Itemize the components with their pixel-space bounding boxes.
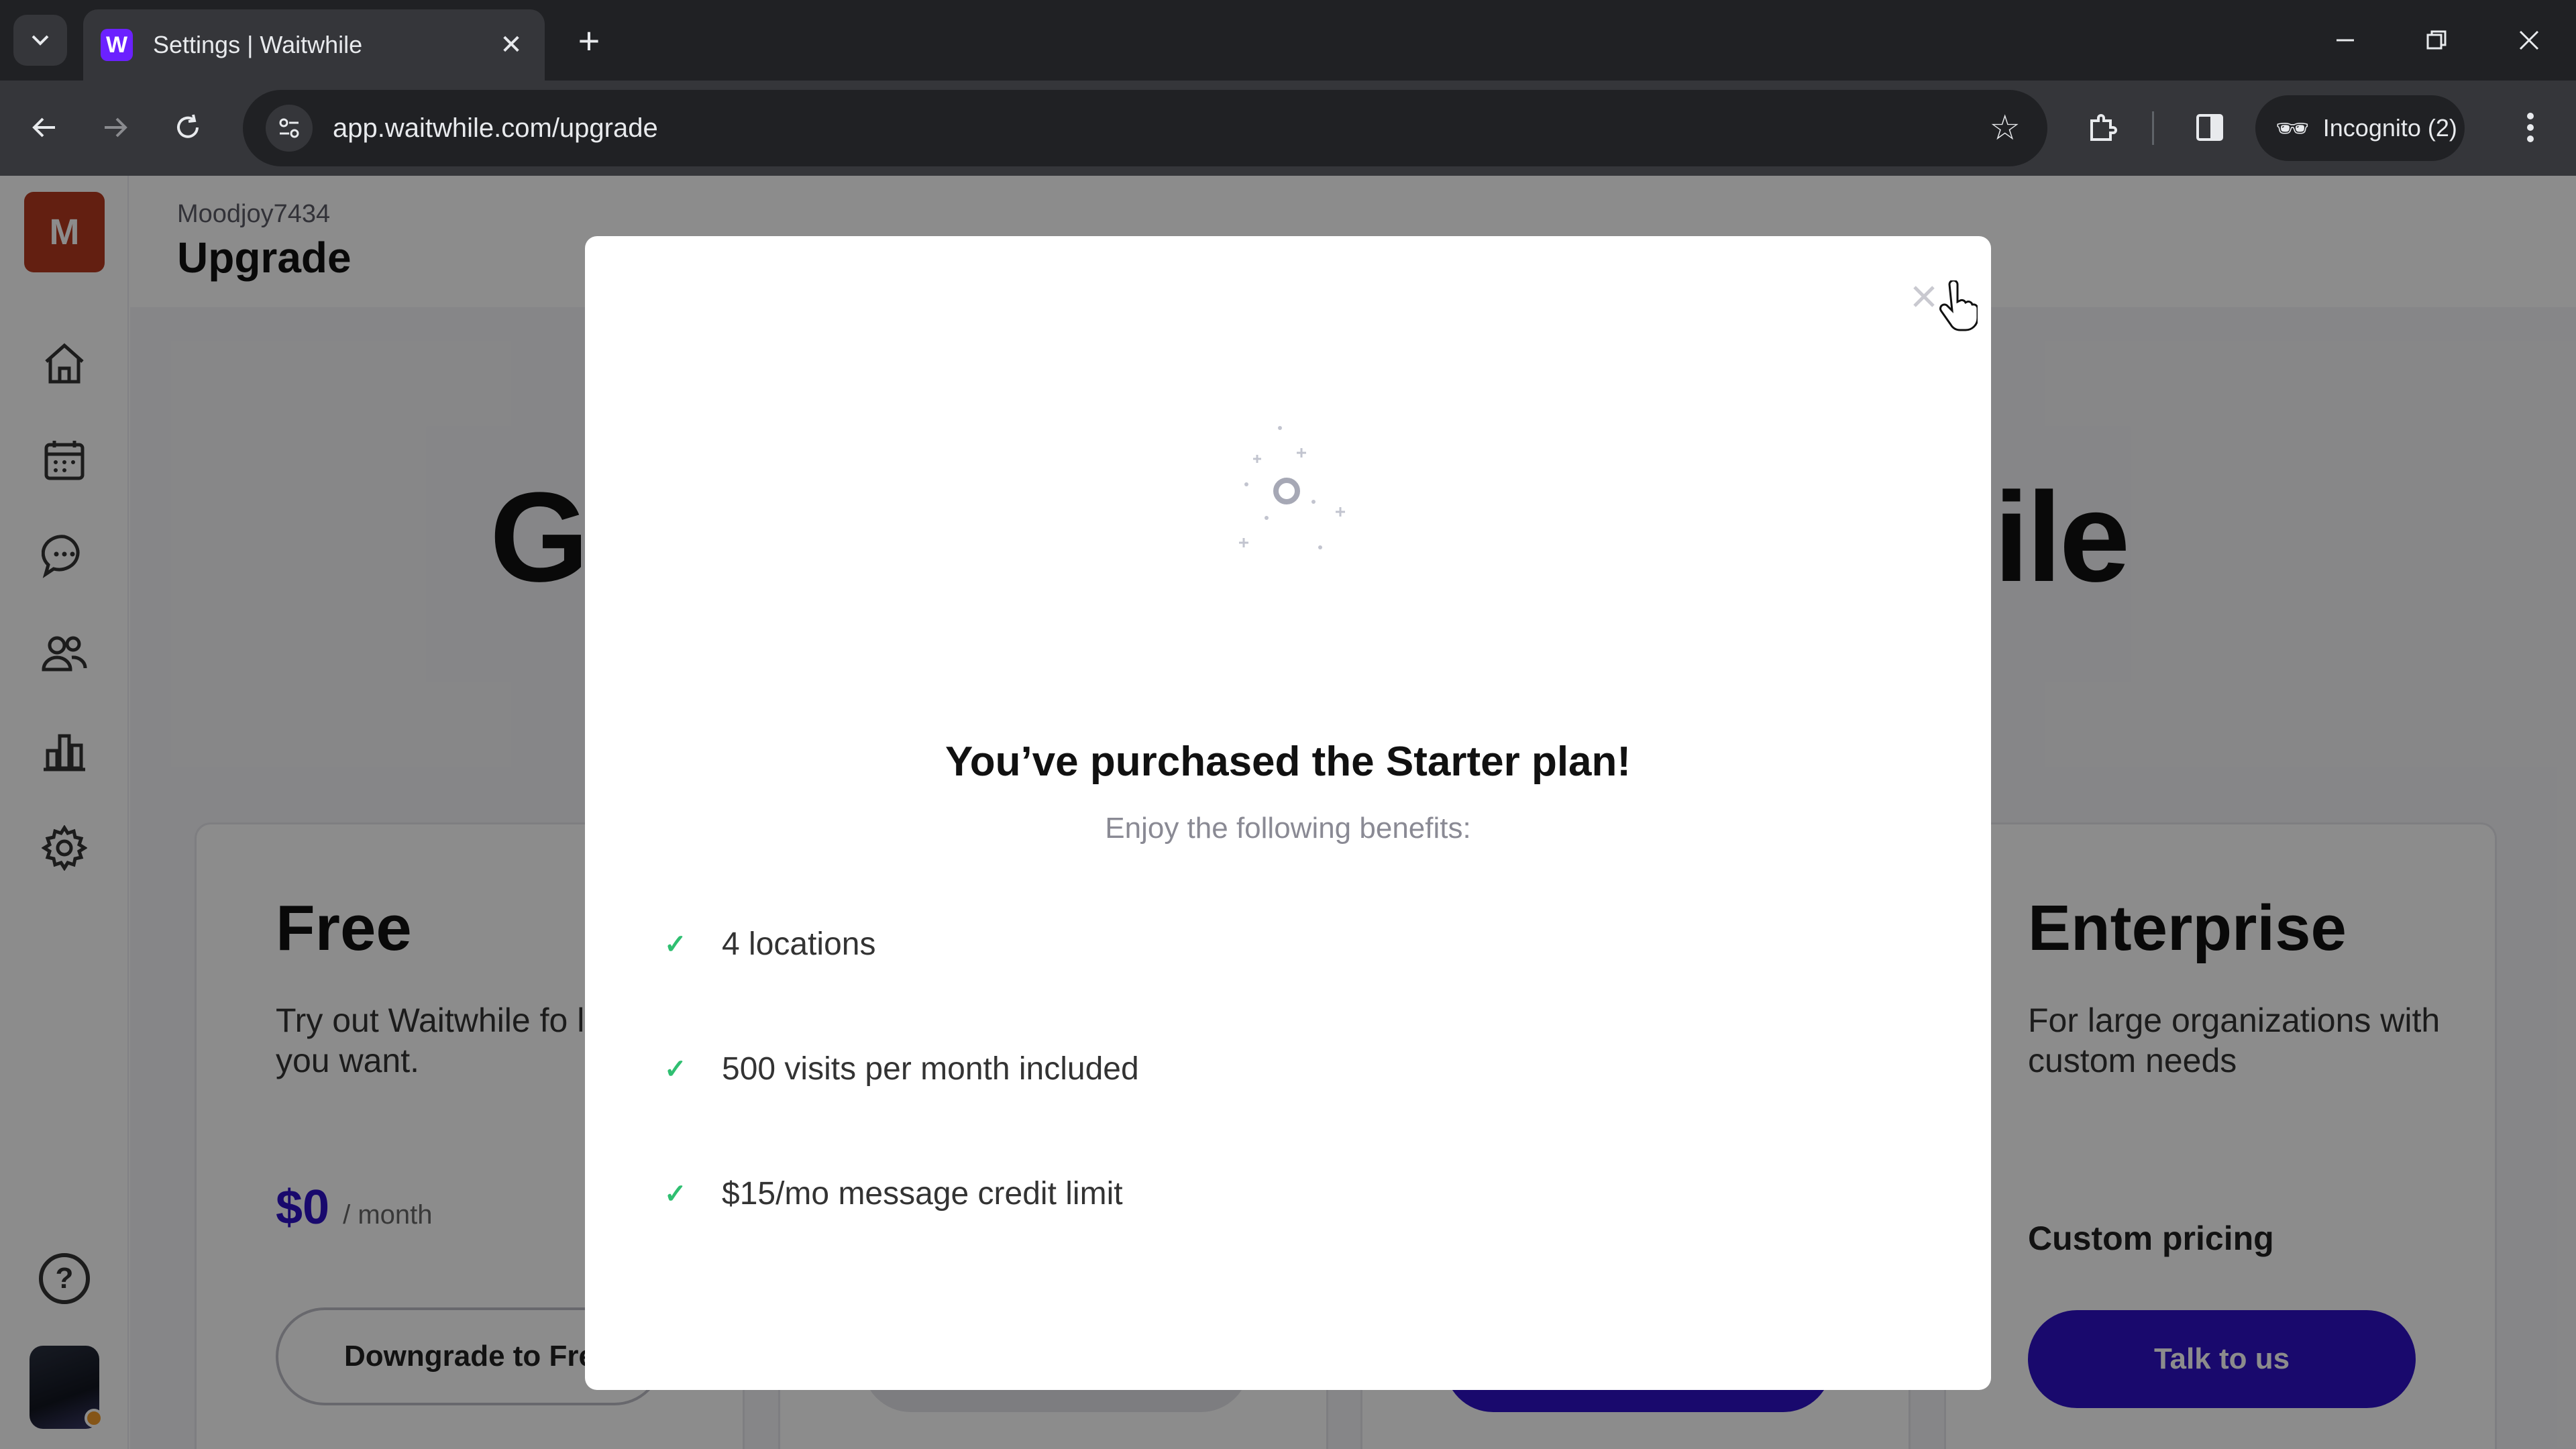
restore-button[interactable]: [2412, 16, 2461, 64]
back-button[interactable]: [17, 101, 71, 154]
benefit-text: 4 locations: [722, 926, 876, 962]
tab-search-button[interactable]: [13, 15, 67, 66]
sparkle-illustration-icon: [1239, 426, 1345, 549]
toolbar-divider: [2152, 111, 2154, 145]
purchase-success-modal: You’ve purchased the Starter plan! Enjoy…: [585, 236, 1991, 1390]
url-text[interactable]: app.waitwhile.com/upgrade: [333, 113, 1989, 144]
incognito-indicator[interactable]: 🕶 Incognito (2): [2255, 95, 2465, 161]
incognito-label: Incognito (2): [2322, 114, 2457, 142]
benefit-text: $15/mo message credit limit: [722, 1176, 1123, 1212]
tab-title: Settings | Waitwhile: [153, 31, 363, 58]
new-tab-button[interactable]: +: [568, 19, 610, 62]
extensions-button[interactable]: [2076, 101, 2129, 154]
checkmark-icon: ✓: [664, 929, 687, 959]
benefit-item: ✓ 4 locations: [664, 926, 875, 963]
minimize-icon: [2337, 39, 2354, 42]
side-panel-button[interactable]: [2183, 101, 2237, 154]
side-panel-icon: [2196, 114, 2223, 141]
browser-tabstrip: W Settings | Waitwhile ✕ +: [0, 0, 2576, 80]
reload-icon: [177, 114, 199, 138]
benefit-item: ✓ $15/mo message credit limit: [664, 1175, 1123, 1212]
waitwhile-favicon-icon: W: [101, 29, 133, 61]
arrow-right-icon: [105, 117, 127, 138]
close-icon: [1913, 286, 1935, 307]
modal-title: You’ve purchased the Starter plan!: [945, 739, 1631, 785]
restore-icon: [2426, 30, 2447, 50]
incognito-icon: 🕶: [2275, 113, 2310, 144]
close-icon: [2519, 30, 2539, 50]
address-bar[interactable]: app.waitwhile.com/upgrade ☆: [243, 90, 2047, 166]
tab-close-icon[interactable]: ✕: [495, 30, 527, 60]
browser-menu-button[interactable]: [2504, 101, 2557, 154]
benefit-text: 500 visits per month included: [722, 1051, 1139, 1087]
site-info-icon[interactable]: [266, 105, 313, 152]
benefit-item: ✓ 500 visits per month included: [664, 1051, 1139, 1087]
checkmark-icon: ✓: [664, 1054, 687, 1084]
more-vertical-icon: [2527, 113, 2534, 142]
arrow-left-icon: [32, 117, 55, 138]
reload-button[interactable]: [161, 101, 215, 154]
checkmark-icon: ✓: [664, 1179, 687, 1209]
chevron-down-icon: [32, 35, 49, 46]
close-window-button[interactable]: [2505, 16, 2553, 64]
minimize-button[interactable]: [2321, 16, 2369, 64]
forward-button[interactable]: [89, 101, 142, 154]
bookmark-star-icon[interactable]: ☆: [1989, 108, 2021, 148]
modal-subtitle: Enjoy the following benefits:: [1105, 812, 1471, 845]
browser-tab-active[interactable]: W Settings | Waitwhile ✕: [83, 9, 545, 80]
browser-toolbar: app.waitwhile.com/upgrade ☆ 🕶 Incognito …: [0, 80, 2576, 176]
hand-pointer-cursor-icon: [1939, 280, 1978, 331]
puzzle-icon: [2090, 114, 2117, 141]
